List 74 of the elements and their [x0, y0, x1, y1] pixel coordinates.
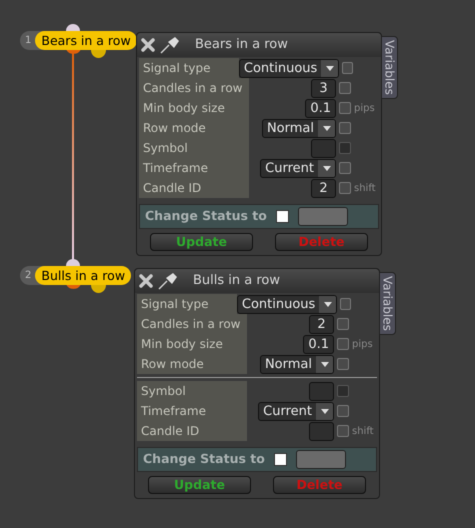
caret-icon [326, 66, 334, 70]
field-label: Candle ID [137, 421, 247, 441]
variables-tab[interactable]: Variables [381, 36, 398, 99]
dropdown[interactable]: Current [260, 158, 336, 178]
checkbox[interactable] [276, 210, 289, 223]
number-field[interactable] [309, 422, 334, 440]
pin-icon[interactable] [157, 272, 179, 290]
checkbox[interactable] [340, 298, 352, 310]
node-label[interactable]: Bulls in a row [35, 266, 132, 285]
number-field[interactable] [311, 138, 336, 158]
caret-icon [320, 408, 328, 414]
color-field[interactable] [298, 207, 348, 226]
close-icon[interactable] [139, 274, 153, 288]
field-label: Candles in a row [139, 78, 249, 98]
node-label[interactable]: Bears in a row [35, 31, 137, 50]
checkbox[interactable] [274, 453, 287, 466]
color-field[interactable] [296, 450, 346, 469]
checkbox[interactable] [337, 358, 349, 370]
number-field[interactable]: 0.1 [303, 334, 334, 354]
dropdown[interactable]: Normal [260, 354, 334, 374]
panel-title: Bears in a row [195, 36, 288, 54]
field-label: Signal type [137, 294, 237, 314]
node-output[interactable] [91, 50, 106, 58]
checkbox[interactable] [339, 102, 351, 114]
update-button[interactable]: Update [148, 476, 251, 494]
caret-icon [320, 362, 328, 366]
panel-title: Bulls in a row [193, 272, 280, 290]
node-output[interactable] [66, 285, 81, 291]
caret-icon [324, 302, 332, 306]
checkbox[interactable] [339, 182, 351, 194]
number-field[interactable]: 2 [309, 314, 334, 334]
caret-icon [322, 166, 330, 170]
dropdown[interactable]: Current [258, 402, 334, 420]
node-output[interactable] [91, 285, 106, 293]
field-label: Row mode [137, 354, 247, 374]
checkbox[interactable] [337, 405, 349, 417]
unit-label: shift [352, 424, 374, 438]
status-label: Change Status to [143, 450, 265, 468]
node-output[interactable] [66, 50, 81, 56]
dropdown[interactable]: Continuous [236, 294, 338, 314]
node-handle[interactable] [66, 258, 80, 266]
field-label: Candles in a row [137, 314, 247, 334]
field-label: Signal type [139, 58, 239, 78]
unit-label: pips [354, 102, 375, 116]
variables-tab[interactable]: Variables [379, 272, 396, 335]
dropdown[interactable]: Continuous [238, 58, 340, 78]
close-icon[interactable] [141, 38, 155, 52]
field-label: Row mode [139, 118, 249, 138]
checkbox[interactable] [339, 162, 351, 174]
checkbox[interactable] [337, 338, 349, 350]
number-field[interactable]: 2 [311, 178, 336, 198]
pin-icon[interactable] [159, 36, 181, 54]
checkbox[interactable] [339, 82, 351, 94]
field-label: Candle ID [139, 178, 249, 198]
update-button[interactable]: Update [150, 233, 253, 251]
number-field[interactable] [309, 382, 334, 400]
field-label: Symbol [139, 138, 249, 158]
caret-icon [322, 126, 330, 130]
field-label: Min body size [139, 98, 249, 118]
number-field[interactable]: 0.1 [305, 98, 336, 118]
unit-label: pips [352, 338, 373, 352]
status-label: Change Status to [145, 207, 267, 226]
number-field[interactable]: 3 [311, 78, 336, 98]
checkbox[interactable] [337, 318, 349, 330]
checkbox[interactable] [337, 425, 349, 437]
field-label: Symbol [137, 381, 247, 401]
node-handle[interactable] [66, 23, 80, 31]
field-label: Timeframe [137, 401, 247, 421]
unit-label: shift [354, 182, 376, 196]
field-label: Timeframe [139, 158, 249, 178]
field-label: Min body size [137, 334, 247, 354]
checkbox[interactable] [342, 62, 354, 74]
checkbox[interactable] [339, 122, 351, 134]
dropdown[interactable]: Normal [262, 118, 336, 138]
